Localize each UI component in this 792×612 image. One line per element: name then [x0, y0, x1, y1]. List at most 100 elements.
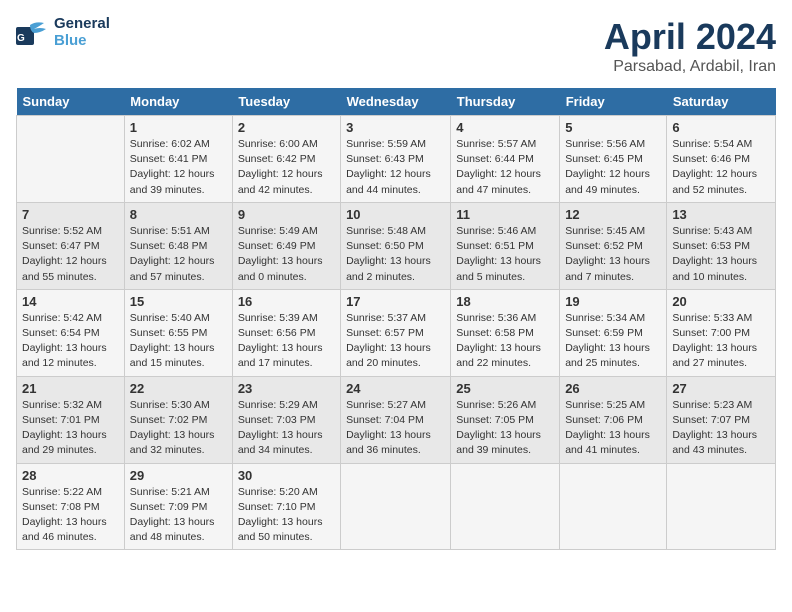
weekday-header: Monday — [124, 88, 232, 116]
day-number: 22 — [130, 381, 227, 396]
title-block: April 2024 Parsabad, Ardabil, Iran — [604, 16, 776, 76]
calendar-cell: 15 Sunrise: 5:40 AM Sunset: 6:55 PM Dayli… — [124, 289, 232, 376]
day-number: 21 — [22, 381, 119, 396]
calendar-cell: 7 Sunrise: 5:52 AM Sunset: 6:47 PM Daylig… — [17, 202, 125, 289]
day-info: Sunrise: 6:00 AM Sunset: 6:42 PM Dayligh… — [238, 137, 335, 198]
day-info: Sunrise: 5:52 AM Sunset: 6:47 PM Dayligh… — [22, 224, 119, 285]
day-info: Sunrise: 5:27 AM Sunset: 7:04 PM Dayligh… — [346, 398, 445, 459]
calendar-week-row: 7 Sunrise: 5:52 AM Sunset: 6:47 PM Daylig… — [17, 202, 776, 289]
day-number: 30 — [238, 468, 335, 483]
day-info: Sunrise: 5:21 AM Sunset: 7:09 PM Dayligh… — [130, 485, 227, 546]
calendar-table: SundayMondayTuesdayWednesdayThursdayFrid… — [16, 88, 776, 550]
logo-text-bottom: Blue — [54, 33, 110, 50]
month-title: April 2024 — [604, 16, 776, 58]
day-number: 19 — [565, 294, 661, 309]
calendar-cell: 16 Sunrise: 5:39 AM Sunset: 6:56 PM Dayli… — [232, 289, 340, 376]
calendar-cell — [667, 463, 776, 550]
day-number: 29 — [130, 468, 227, 483]
calendar-cell: 12 Sunrise: 5:45 AM Sunset: 6:52 PM Dayli… — [560, 202, 667, 289]
calendar-week-row: 21 Sunrise: 5:32 AM Sunset: 7:01 PM Dayli… — [17, 376, 776, 463]
day-number: 18 — [456, 294, 554, 309]
svg-text:G: G — [17, 33, 25, 44]
calendar-cell: 21 Sunrise: 5:32 AM Sunset: 7:01 PM Dayli… — [17, 376, 125, 463]
day-number: 28 — [22, 468, 119, 483]
calendar-cell: 1 Sunrise: 6:02 AM Sunset: 6:41 PM Daylig… — [124, 116, 232, 203]
day-number: 16 — [238, 294, 335, 309]
weekday-header: Sunday — [17, 88, 125, 116]
calendar-cell: 23 Sunrise: 5:29 AM Sunset: 7:03 PM Dayli… — [232, 376, 340, 463]
day-info: Sunrise: 5:48 AM Sunset: 6:50 PM Dayligh… — [346, 224, 445, 285]
weekday-header: Wednesday — [341, 88, 451, 116]
day-info: Sunrise: 5:29 AM Sunset: 7:03 PM Dayligh… — [238, 398, 335, 459]
calendar-cell: 9 Sunrise: 5:49 AM Sunset: 6:49 PM Daylig… — [232, 202, 340, 289]
day-number: 7 — [22, 207, 119, 222]
day-info: Sunrise: 5:37 AM Sunset: 6:57 PM Dayligh… — [346, 311, 445, 372]
day-info: Sunrise: 5:34 AM Sunset: 6:59 PM Dayligh… — [565, 311, 661, 372]
day-info: Sunrise: 6:02 AM Sunset: 6:41 PM Dayligh… — [130, 137, 227, 198]
calendar-cell — [17, 116, 125, 203]
day-number: 24 — [346, 381, 445, 396]
day-number: 20 — [672, 294, 770, 309]
day-number: 11 — [456, 207, 554, 222]
calendar-cell: 20 Sunrise: 5:33 AM Sunset: 7:00 PM Dayli… — [667, 289, 776, 376]
day-info: Sunrise: 5:33 AM Sunset: 7:00 PM Dayligh… — [672, 311, 770, 372]
day-number: 15 — [130, 294, 227, 309]
day-info: Sunrise: 5:49 AM Sunset: 6:49 PM Dayligh… — [238, 224, 335, 285]
calendar-cell: 5Sunrise: 5:56 AM Sunset: 6:45 PM Daylig… — [560, 116, 667, 203]
calendar-cell: 24 Sunrise: 5:27 AM Sunset: 7:04 PM Dayli… — [341, 376, 451, 463]
day-info: Sunrise: 5:20 AM Sunset: 7:10 PM Dayligh… — [238, 485, 335, 546]
calendar-cell: 6Sunrise: 5:54 AM Sunset: 6:46 PM Daylig… — [667, 116, 776, 203]
day-info: Sunrise: 5:46 AM Sunset: 6:51 PM Dayligh… — [456, 224, 554, 285]
calendar-cell: 2Sunrise: 6:00 AM Sunset: 6:42 PM Daylig… — [232, 116, 340, 203]
calendar-cell: 10 Sunrise: 5:48 AM Sunset: 6:50 PM Dayli… — [341, 202, 451, 289]
day-info: Sunrise: 5:32 AM Sunset: 7:01 PM Dayligh… — [22, 398, 119, 459]
calendar-cell: 4 Sunrise: 5:57 AM Sunset: 6:44 PM Daylig… — [451, 116, 560, 203]
day-number: 10 — [346, 207, 445, 222]
weekday-header: Saturday — [667, 88, 776, 116]
page-header: G General Blue April 2024 Parsabad, Arda… — [16, 16, 776, 76]
day-info: Sunrise: 5:25 AM Sunset: 7:06 PM Dayligh… — [565, 398, 661, 459]
calendar-cell: 19 Sunrise: 5:34 AM Sunset: 6:59 PM Dayli… — [560, 289, 667, 376]
calendar-cell: 25Sunrise: 5:26 AM Sunset: 7:05 PM Dayli… — [451, 376, 560, 463]
day-number: 8 — [130, 207, 227, 222]
day-info: Sunrise: 5:23 AM Sunset: 7:07 PM Dayligh… — [672, 398, 770, 459]
calendar-week-row: 1 Sunrise: 6:02 AM Sunset: 6:41 PM Daylig… — [17, 116, 776, 203]
calendar-cell: 14Sunrise: 5:42 AM Sunset: 6:54 PM Dayli… — [17, 289, 125, 376]
day-number: 26 — [565, 381, 661, 396]
day-number: 4 — [456, 120, 554, 135]
day-info: Sunrise: 5:59 AM Sunset: 6:43 PM Dayligh… — [346, 137, 445, 198]
day-info: Sunrise: 5:30 AM Sunset: 7:02 PM Dayligh… — [130, 398, 227, 459]
location-title: Parsabad, Ardabil, Iran — [604, 58, 776, 76]
calendar-week-row: 28Sunrise: 5:22 AM Sunset: 7:08 PM Dayli… — [17, 463, 776, 550]
day-info: Sunrise: 5:39 AM Sunset: 6:56 PM Dayligh… — [238, 311, 335, 372]
calendar-cell: 29 Sunrise: 5:21 AM Sunset: 7:09 PM Dayli… — [124, 463, 232, 550]
calendar-cell: 8 Sunrise: 5:51 AM Sunset: 6:48 PM Daylig… — [124, 202, 232, 289]
day-info: Sunrise: 5:45 AM Sunset: 6:52 PM Dayligh… — [565, 224, 661, 285]
calendar-cell: 27Sunrise: 5:23 AM Sunset: 7:07 PM Dayli… — [667, 376, 776, 463]
day-number: 17 — [346, 294, 445, 309]
day-info: Sunrise: 5:54 AM Sunset: 6:46 PM Dayligh… — [672, 137, 770, 198]
day-number: 23 — [238, 381, 335, 396]
calendar-cell: 22 Sunrise: 5:30 AM Sunset: 7:02 PM Dayli… — [124, 376, 232, 463]
calendar-cell: 13 Sunrise: 5:43 AM Sunset: 6:53 PM Dayli… — [667, 202, 776, 289]
day-info: Sunrise: 5:40 AM Sunset: 6:55 PM Dayligh… — [130, 311, 227, 372]
day-info: Sunrise: 5:43 AM Sunset: 6:53 PM Dayligh… — [672, 224, 770, 285]
day-info: Sunrise: 5:57 AM Sunset: 6:44 PM Dayligh… — [456, 137, 554, 198]
logo-text-top: General — [54, 16, 110, 33]
day-number: 25 — [456, 381, 554, 396]
calendar-week-row: 14Sunrise: 5:42 AM Sunset: 6:54 PM Dayli… — [17, 289, 776, 376]
day-number: 3 — [346, 120, 445, 135]
day-number: 12 — [565, 207, 661, 222]
calendar-cell — [341, 463, 451, 550]
calendar-cell: 30 Sunrise: 5:20 AM Sunset: 7:10 PM Dayli… — [232, 463, 340, 550]
weekday-header: Friday — [560, 88, 667, 116]
day-number: 1 — [130, 120, 227, 135]
calendar-cell: 26 Sunrise: 5:25 AM Sunset: 7:06 PM Dayli… — [560, 376, 667, 463]
day-number: 5 — [565, 120, 661, 135]
day-info: Sunrise: 5:51 AM Sunset: 6:48 PM Dayligh… — [130, 224, 227, 285]
day-number: 9 — [238, 207, 335, 222]
weekday-header: Tuesday — [232, 88, 340, 116]
day-number: 13 — [672, 207, 770, 222]
calendar-cell — [560, 463, 667, 550]
logo: G General Blue — [16, 16, 110, 49]
